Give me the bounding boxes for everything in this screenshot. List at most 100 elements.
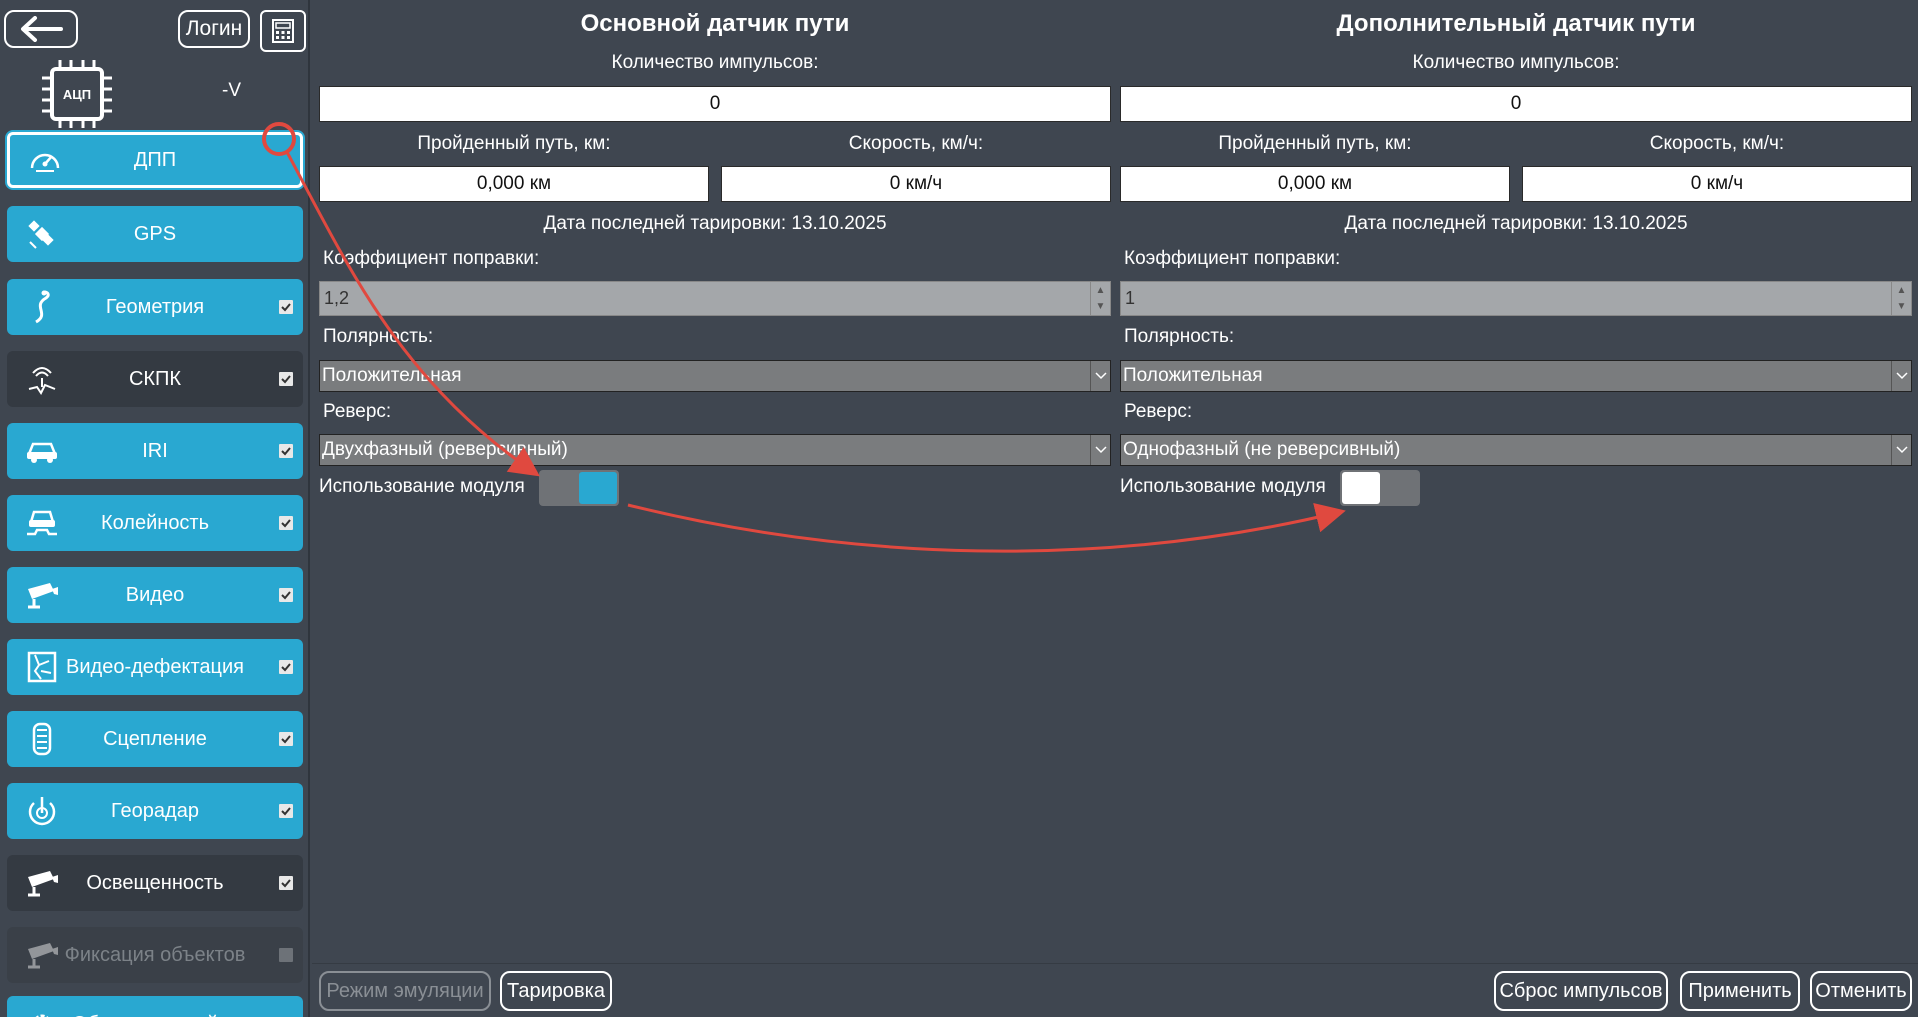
sidebar-item-label: Георадар	[111, 799, 199, 822]
sidebar-item-label: Сцепление	[103, 727, 207, 750]
sidebar-item-3[interactable]: СКПК	[7, 351, 303, 407]
toggle-knob	[579, 472, 617, 504]
arrow-left-icon	[21, 16, 63, 42]
sidebar-item-2[interactable]: Геометрия	[7, 279, 303, 335]
reverse-select[interactable]: Однофазный (не реверсивный)	[1120, 434, 1912, 466]
emulation-mode-button[interactable]: Режим эмуляции	[319, 971, 491, 1011]
reverse-value: Однофазный (не реверсивный)	[1123, 439, 1401, 460]
sidebar-item-10[interactable]: Освещенность	[7, 855, 303, 911]
distance-field[interactable]: 0,000 км	[319, 166, 709, 202]
sidebar-item-label: СКПК	[128, 367, 182, 390]
spin-up-icon[interactable]: ▲	[1091, 282, 1110, 299]
coef-label: Коэффициент поправки:	[323, 248, 540, 269]
coef-value: 1,2	[324, 288, 350, 308]
distance-field[interactable]: 0,000 км	[1120, 166, 1510, 202]
module-checkbox[interactable]	[279, 732, 293, 746]
coef-spinner[interactable]: ▲ ▼	[1090, 282, 1110, 315]
coef-spinner[interactable]: ▲ ▼	[1891, 282, 1911, 315]
sidebar-item-label: Видео	[125, 583, 185, 606]
sidebar-item-label: ДПП	[133, 148, 177, 171]
sidebar-item-6[interactable]: Видео	[7, 567, 303, 623]
sidebar-item-label: GPS	[133, 222, 177, 245]
reset-pulses-button[interactable]: Сброс импульсов	[1494, 971, 1668, 1011]
chevron-down-icon	[1090, 361, 1110, 391]
reverse-select[interactable]: Двухфазный (реверсивный)	[319, 434, 1111, 466]
polarity-select[interactable]: Положительная	[319, 360, 1111, 392]
calculator-button[interactable]	[260, 10, 306, 52]
sidebar-item-label: Освещенность	[86, 871, 224, 894]
module-checkbox[interactable]	[279, 876, 293, 890]
module-checkbox[interactable]	[279, 516, 293, 530]
apply-button[interactable]: Применить	[1680, 971, 1800, 1011]
chip-label: АЦП	[62, 86, 92, 102]
adc-chip-icon: АЦП	[40, 58, 114, 130]
module-label: Использование модуля	[319, 476, 525, 497]
coef-input[interactable]: 1,2 ▲ ▼	[319, 281, 1111, 316]
sidebar-item-12[interactable]: Общие настройки	[7, 996, 303, 1017]
pulse-label: Количество импульсов:	[1412, 52, 1620, 73]
footer-divider	[312, 963, 1918, 964]
speed-label: Скорость, км/ч:	[1649, 133, 1785, 154]
sidebar-item-1[interactable]: GPS	[7, 206, 303, 262]
chevron-down-icon	[1090, 435, 1110, 465]
module-toggle-secondary[interactable]	[1340, 470, 1420, 506]
distance-label: Пройденный путь, км:	[1218, 133, 1412, 154]
module-checkbox[interactable]	[279, 300, 293, 314]
module-checkbox[interactable]	[279, 660, 293, 674]
sidebar-item-label: Видео-дефектация	[66, 655, 244, 678]
speed-label: Скорость, км/ч:	[848, 133, 984, 154]
sidebar-item-label: Общие настройки	[63, 1013, 247, 1017]
pulse-count-field[interactable]: 0	[319, 86, 1111, 122]
pulse-count-field[interactable]: 0	[1120, 86, 1912, 122]
primary-title: Основной датчик пути	[580, 10, 850, 37]
back-button[interactable]	[4, 10, 78, 48]
spin-down-icon[interactable]: ▼	[1091, 299, 1110, 316]
speed-field[interactable]: 0 км/ч	[1522, 166, 1912, 202]
voltage-readout: -V	[222, 80, 241, 101]
reverse-label: Реверс:	[1124, 401, 1193, 422]
chevron-down-icon	[1891, 361, 1911, 391]
calibrate-button[interactable]: Тарировка	[500, 971, 612, 1011]
calculator-icon	[272, 19, 294, 43]
polarity-value: Положительная	[322, 365, 462, 386]
spin-up-icon[interactable]: ▲	[1892, 282, 1911, 299]
secondary-title: Дополнительный датчик пути	[1336, 10, 1696, 37]
sidebar-item-0[interactable]: ДПП	[7, 132, 303, 188]
polarity-label: Полярность:	[323, 326, 434, 347]
chevron-down-icon	[1891, 435, 1911, 465]
module-checkbox[interactable]	[279, 588, 293, 602]
module-checkbox[interactable]	[279, 372, 293, 386]
module-checkbox[interactable]	[279, 804, 293, 818]
module-toggle-primary[interactable]	[539, 470, 619, 506]
reverse-label: Реверс:	[323, 401, 392, 422]
sidebar-item-11[interactable]: Фиксация объектов	[7, 927, 303, 983]
polarity-value: Положительная	[1123, 365, 1263, 386]
sidebar-item-8[interactable]: Сцепление	[7, 711, 303, 767]
spin-down-icon[interactable]: ▼	[1892, 299, 1911, 316]
distance-label: Пройденный путь, км:	[417, 133, 611, 154]
coef-input[interactable]: 1 ▲ ▼	[1120, 281, 1912, 316]
sidebar-item-7[interactable]: Видео-дефектация	[7, 639, 303, 695]
sidebar: Логин АЦП -V ДПП GPS Геометрия СКПК IRI Колей…	[0, 0, 310, 1017]
sidebar-item-label: Колейность	[100, 511, 210, 534]
sidebar-item-label: Фиксация объектов	[64, 943, 246, 966]
pulse-label: Количество импульсов:	[611, 52, 819, 73]
sidebar-item-9[interactable]: Георадар	[7, 783, 303, 839]
sidebar-item-label: IRI	[142, 439, 168, 462]
calibration-date: Дата последней тарировки: 13.10.2025	[543, 213, 887, 234]
speed-field[interactable]: 0 км/ч	[721, 166, 1111, 202]
module-checkbox[interactable]	[279, 444, 293, 458]
polarity-label: Полярность:	[1124, 326, 1235, 347]
login-button[interactable]: Логин	[178, 10, 250, 48]
calibration-date: Дата последней тарировки: 13.10.2025	[1344, 213, 1688, 234]
sidebar-item-label: Геометрия	[105, 295, 205, 318]
coef-value: 1	[1125, 288, 1136, 308]
module-label: Использование модуля	[1120, 476, 1326, 497]
sidebar-item-5[interactable]: Колейность	[7, 495, 303, 551]
cancel-button[interactable]: Отменить	[1810, 971, 1912, 1011]
module-checkbox[interactable]	[279, 948, 293, 962]
toggle-knob	[1342, 472, 1380, 504]
coef-label: Коэффициент поправки:	[1124, 248, 1341, 269]
sidebar-item-4[interactable]: IRI	[7, 423, 303, 479]
polarity-select[interactable]: Положительная	[1120, 360, 1912, 392]
